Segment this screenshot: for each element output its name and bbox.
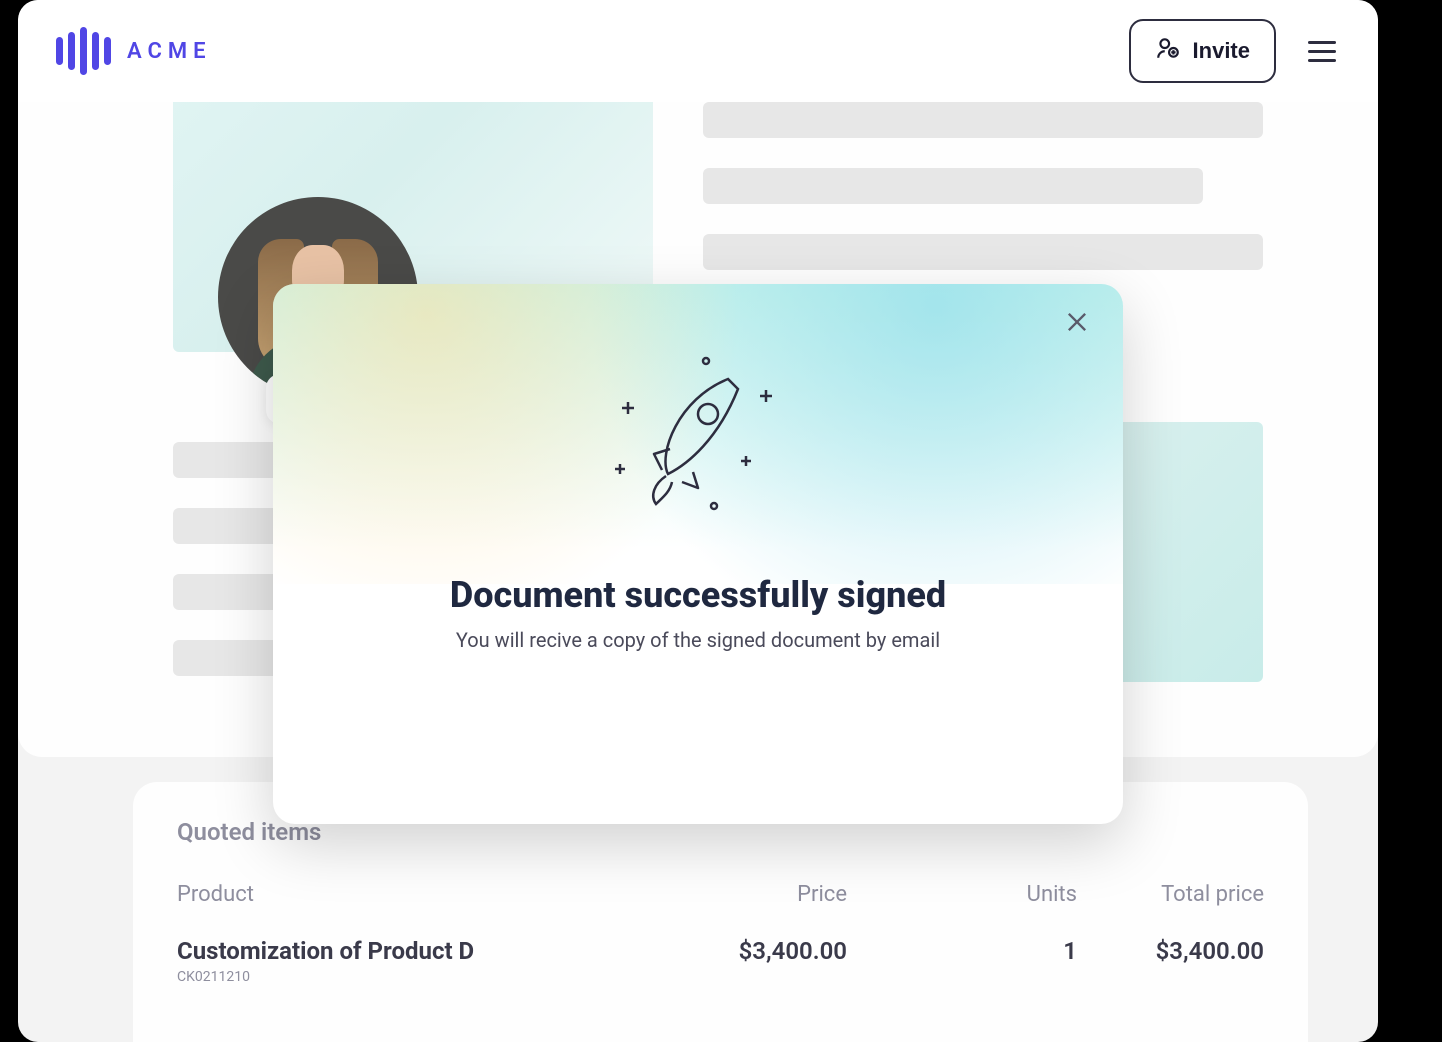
- logo-bars-icon: [56, 27, 111, 75]
- col-header-units: Units: [847, 882, 1077, 907]
- header-actions: Invite: [1129, 19, 1342, 83]
- col-header-product: Product: [177, 882, 627, 907]
- rocket-icon: [598, 344, 798, 524]
- brand-logo[interactable]: ACME: [56, 27, 212, 75]
- app-container: ACME Invite: [18, 0, 1378, 1042]
- skeleton-text-right: [703, 102, 1263, 300]
- success-modal: Document successfully signed You will re…: [273, 284, 1123, 824]
- product-name: Customization of Product D: [177, 937, 627, 965]
- invite-button[interactable]: Invite: [1129, 19, 1276, 83]
- modal-subtitle: You will recive a copy of the signed doc…: [273, 628, 1123, 652]
- menu-icon[interactable]: [1302, 35, 1342, 68]
- user-plus-icon: [1155, 35, 1181, 67]
- product-total: $3,400.00: [1077, 937, 1264, 965]
- product-sku: CK0211210: [177, 969, 627, 985]
- modal-title: Document successfully signed: [273, 574, 1123, 616]
- col-header-total: Total price: [1077, 882, 1264, 907]
- table-header: Product Price Units Total price: [177, 882, 1264, 907]
- invite-label: Invite: [1193, 38, 1250, 64]
- header-bar: ACME Invite: [18, 0, 1378, 102]
- table-row[interactable]: Customization of Product D CK0211210 $3,…: [177, 937, 1264, 985]
- product-units: 1: [847, 937, 1077, 965]
- product-price: $3,400.00: [627, 937, 847, 965]
- col-header-price: Price: [627, 882, 847, 907]
- brand-name: ACME: [127, 39, 212, 64]
- close-icon[interactable]: [1063, 308, 1099, 344]
